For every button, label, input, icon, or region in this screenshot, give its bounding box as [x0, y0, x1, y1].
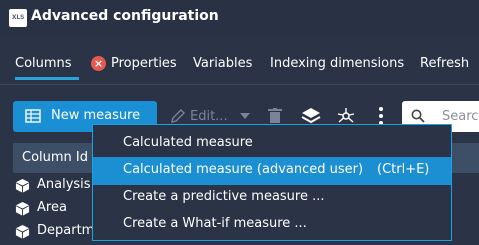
network-icon[interactable] — [336, 106, 356, 126]
more-options-icon[interactable] — [378, 106, 384, 126]
pencil-icon — [171, 109, 185, 123]
menu-item-predictive-measure[interactable]: Create a predictive measure ... — [93, 184, 451, 212]
menu-item-label: Create a What-if measure ... — [123, 216, 307, 231]
menu-item-calculated-measure[interactable]: Calculated measure — [93, 130, 451, 158]
menu-item-label: Calculated measure (advanced user) — [123, 162, 364, 177]
tab-variables[interactable]: Variables — [193, 56, 252, 71]
window-title: Advanced configuration — [31, 8, 219, 24]
menu-item-what-if-measure[interactable]: Create a What-if measure ... — [93, 211, 451, 239]
layers-icon[interactable] — [301, 106, 321, 126]
error-icon: × — [91, 56, 106, 71]
column-id-header[interactable]: Column Id — [22, 150, 88, 165]
row-label: Analysis — [37, 177, 91, 192]
new-measure-menu: Calculated measure Calculated measure (a… — [92, 124, 452, 241]
tab-indexing-dimensions[interactable]: Indexing dimensions — [270, 56, 404, 71]
xls-file-icon: XLS — [9, 9, 27, 27]
measure-icon — [25, 109, 41, 123]
cube-icon — [15, 201, 30, 216]
chevron-down-icon[interactable] — [240, 112, 250, 120]
edit-button[interactable]: Edit... — [190, 109, 228, 124]
menu-item-label: Calculated measure — [123, 135, 253, 150]
tab-bar: Columns × Properties Variables Indexing … — [0, 44, 479, 84]
menu-item-label: Create a predictive measure ... — [123, 189, 325, 204]
tab-refresh[interactable]: Refresh — [420, 56, 469, 71]
cube-icon — [15, 224, 30, 239]
title-bar: XLS Advanced configuration — [0, 0, 479, 36]
search-icon — [411, 109, 425, 123]
new-measure-label: New measure — [51, 108, 141, 123]
tab-divider — [0, 84, 479, 85]
trash-icon[interactable] — [268, 108, 282, 124]
row-label: Area — [37, 200, 67, 215]
menu-item-shortcut: (Ctrl+E) — [377, 162, 430, 177]
tab-columns[interactable]: Columns — [15, 56, 72, 71]
search-input[interactable] — [442, 107, 479, 125]
menu-item-calculated-measure-advanced[interactable]: Calculated measure (advanced user) (Ctrl… — [93, 157, 451, 185]
cube-icon — [15, 178, 30, 193]
active-tab-indicator — [15, 77, 79, 80]
tab-properties[interactable]: Properties — [111, 56, 177, 71]
